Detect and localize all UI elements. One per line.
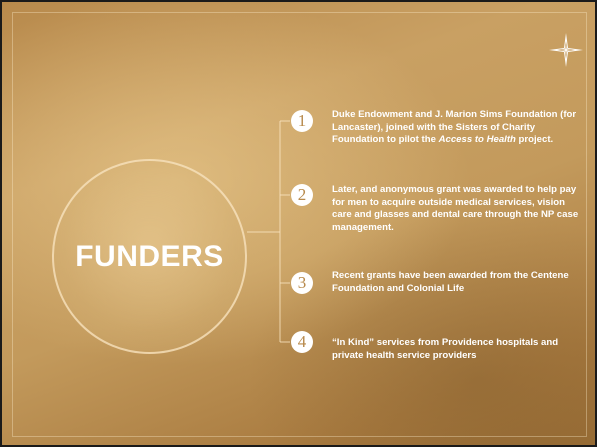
item-number-2: 2: [291, 184, 313, 206]
sparkle-icon: [549, 33, 583, 67]
item-number-4: 4: [291, 331, 313, 353]
title-circle: FUNDERS: [52, 159, 247, 354]
funder-item-2: Later, and anonymous grant was awarded t…: [332, 184, 579, 233]
funder-item-1: Duke Endowment and J. Marion Sims Founda…: [332, 109, 587, 147]
funder-item-1-text-end: project.: [515, 134, 554, 145]
item-number-1: 1: [291, 110, 313, 132]
slide: FUNDERS 1 Duke Endowment and J. Marion S…: [0, 0, 597, 447]
slide-title: FUNDERS: [75, 239, 224, 273]
funder-item-4: “In Kind” services from Providence hospi…: [332, 337, 559, 361]
funder-item-3: Recent grants have been awarded from the…: [332, 270, 569, 294]
access-to-health-emphasis: Access to Health: [438, 134, 516, 145]
item-number-3: 3: [291, 272, 313, 294]
